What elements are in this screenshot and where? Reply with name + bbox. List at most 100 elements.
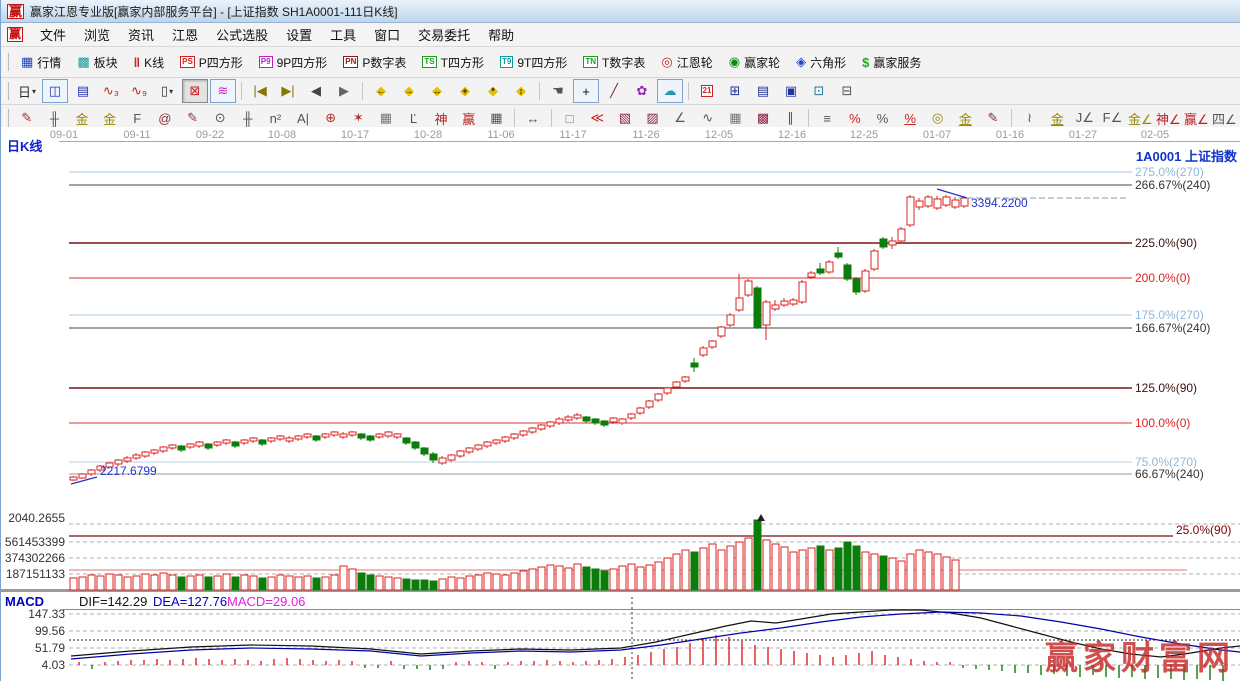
menu-item-2[interactable]: 资讯 [119,26,163,45]
prev-bar-button[interactable]: ◀ [303,79,329,103]
volume-axis-label-3: 187151133 [1,567,65,581]
angle-shen-icon: 神∠ [1156,109,1181,128]
volume-axis-label-0: 2040.2655 [1,511,65,525]
gann-wheel-button[interactable]: ◎江恩轮 [653,49,720,75]
print-icon: ⊟ [842,83,853,99]
ying-grid-icon: 赢 [462,109,475,128]
print-button[interactable]: ⊟ [834,79,860,103]
diamond-left-button[interactable]: ◆← [368,79,394,103]
menu-item-6[interactable]: 工具 [321,26,365,45]
first-bar-button[interactable]: |◀ [247,79,273,103]
ninet-square-icon: T9 [500,56,513,68]
t-table-icon: TN [583,56,598,68]
dropdown-arrow-icon: ▾ [169,87,173,96]
toolbar-separator [688,82,689,100]
gold-section-a-icon: 金 [76,109,89,128]
toolbar-grip [4,109,9,127]
hand-tool-button[interactable]: ☚ [545,79,571,103]
gold-line-icon: 金 [959,109,972,128]
ninet-square-button[interactable]: T99T四方形 [492,49,575,75]
level-label-7: 125.0%(90) [1135,381,1197,395]
kline-button[interactable]: ‖K线 [126,49,172,75]
menu-item-8[interactable]: 交易委托 [409,26,479,45]
toolbar-label: T数字表 [602,54,645,71]
next-bar-button[interactable]: ▶ [331,79,357,103]
t-table-button[interactable]: TN T数字表 [575,49,653,75]
overlay-glyph: + [462,86,467,96]
toolbar-label: 行情 [37,54,61,71]
gann-clock-icon: ⊙ [215,110,226,126]
gann-frame-button[interactable]: ⊠ [182,79,208,103]
candle-style-button[interactable]: 日▾ [14,79,40,103]
fan-box2-icon: ▨ [646,110,658,126]
ink-pen-icon: ✎ [988,110,999,126]
menu-item-5[interactable]: 设置 [277,26,321,45]
macd-axis-label-1: 99.56 [1,624,65,638]
parallel-lines-icon: ∥ [787,110,794,126]
overlay-glyph: * [491,86,495,96]
notes-button[interactable]: ▤ [750,79,776,103]
hexagon-button[interactable]: ◈六角形 [788,49,854,75]
menu-item-1[interactable]: 浏览 [75,26,119,45]
t-square-button[interactable]: TST四方形 [414,49,492,75]
quotes-button[interactable]: ▦行情 [13,49,69,75]
diamond-lr-button[interactable]: ◆↔ [424,79,450,103]
span-arrow-icon: ↔ [527,111,540,126]
info-card-button[interactable]: ▤ [70,79,96,103]
diamond-ud-button[interactable]: ◆↕ [508,79,534,103]
diamond-right-button[interactable]: ◆→ [396,79,422,103]
p-square-button[interactable]: PSP四方形 [172,49,251,75]
gann-flag-tool-button[interactable]: ✿ [629,79,655,103]
notes-icon: ▤ [757,83,769,99]
angle-f-icon: F∠ [1103,110,1123,126]
zigzag-icon: ∿ [702,110,713,126]
candle-plain-button[interactable]: ▯▾ [154,79,180,103]
toolbar-main: ▦行情▩板块‖K线PSP四方形P99P四方形PNP数字表TST四方形T99T四方… [1,47,1240,78]
winner-wheel-button[interactable]: ◉赢家轮 [721,49,788,75]
menu-item-4[interactable]: 公式选股 [207,26,277,45]
title-bar: 赢 赢家江恩专业版[赢家内部服务平台] - [上证指数 SH1A0001-111… [1,0,1240,23]
winner-service-button[interactable]: $赢家服务 [854,49,929,75]
menu-bar: 赢 文件浏览资讯江恩公式选股设置工具窗口交易委托帮助 [1,23,1240,47]
candle-plain-icon: ▯ [161,83,168,99]
sectors-button[interactable]: ▩板块 [69,49,125,75]
angle-gold-icon: 金∠ [1128,109,1153,128]
shen-grid-icon: 神 [435,109,448,128]
menu-item-3[interactable]: 江恩 [163,26,207,45]
pattern-overview-button[interactable]: ◫ [42,79,68,103]
save-icon: ▣ [785,83,797,99]
ninep-square-button[interactable]: P99P四方形 [251,49,335,75]
save-button[interactable]: ▣ [778,79,804,103]
calculator-icon: ⊞ [730,83,741,99]
last-bar-button[interactable]: ▶| [275,79,301,103]
mind-map-button[interactable]: ☁ [657,79,683,103]
color-histogram-button[interactable]: ≋ [210,79,236,103]
menu-item-0[interactable]: 文件 [31,26,75,45]
volume-axis-label-2: 374302266 [1,551,65,565]
calculator-button[interactable]: ⊞ [722,79,748,103]
menu-item-7[interactable]: 窗口 [365,26,409,45]
wave9-button[interactable]: ∿₉ [126,79,152,103]
menu-item-9[interactable]: 帮助 [479,26,523,45]
level-label-0: 275.0%(270) [1135,165,1204,179]
diamond-expand-button[interactable]: ◆+ [452,79,478,103]
brush-tool-icon: ✎ [187,110,198,126]
diamond-all-button[interactable]: ◆* [480,79,506,103]
level-label-10: 66.67%(240) [1135,467,1204,481]
n-square-icon: n² [270,111,282,126]
copy-button[interactable]: ⊡ [806,79,832,103]
chart-area[interactable]: 日K线 1A0001 上证指数 09-0109-1109-2210-0810-1… [1,127,1240,681]
fan-lines-icon: ≪ [590,110,604,126]
calendar-button[interactable]: 21 [694,79,720,103]
segment-tool-button[interactable]: ╱ [601,79,627,103]
volume-axis-label-1: 561453399 [1,535,65,549]
toolbar-label: 六角形 [810,54,846,71]
level-label-8: 100.0%(0) [1135,416,1190,430]
crosshair-button[interactable]: + [573,79,599,103]
toolbar-label: P四方形 [199,54,243,71]
wave3-button[interactable]: ∿₃ [98,79,124,103]
p-table-button[interactable]: PNP数字表 [335,49,414,75]
kline-icon: ‖ [134,55,140,70]
corner-box-icon: □ [566,111,574,126]
level-label-6: 166.67%(240) [1135,321,1210,335]
